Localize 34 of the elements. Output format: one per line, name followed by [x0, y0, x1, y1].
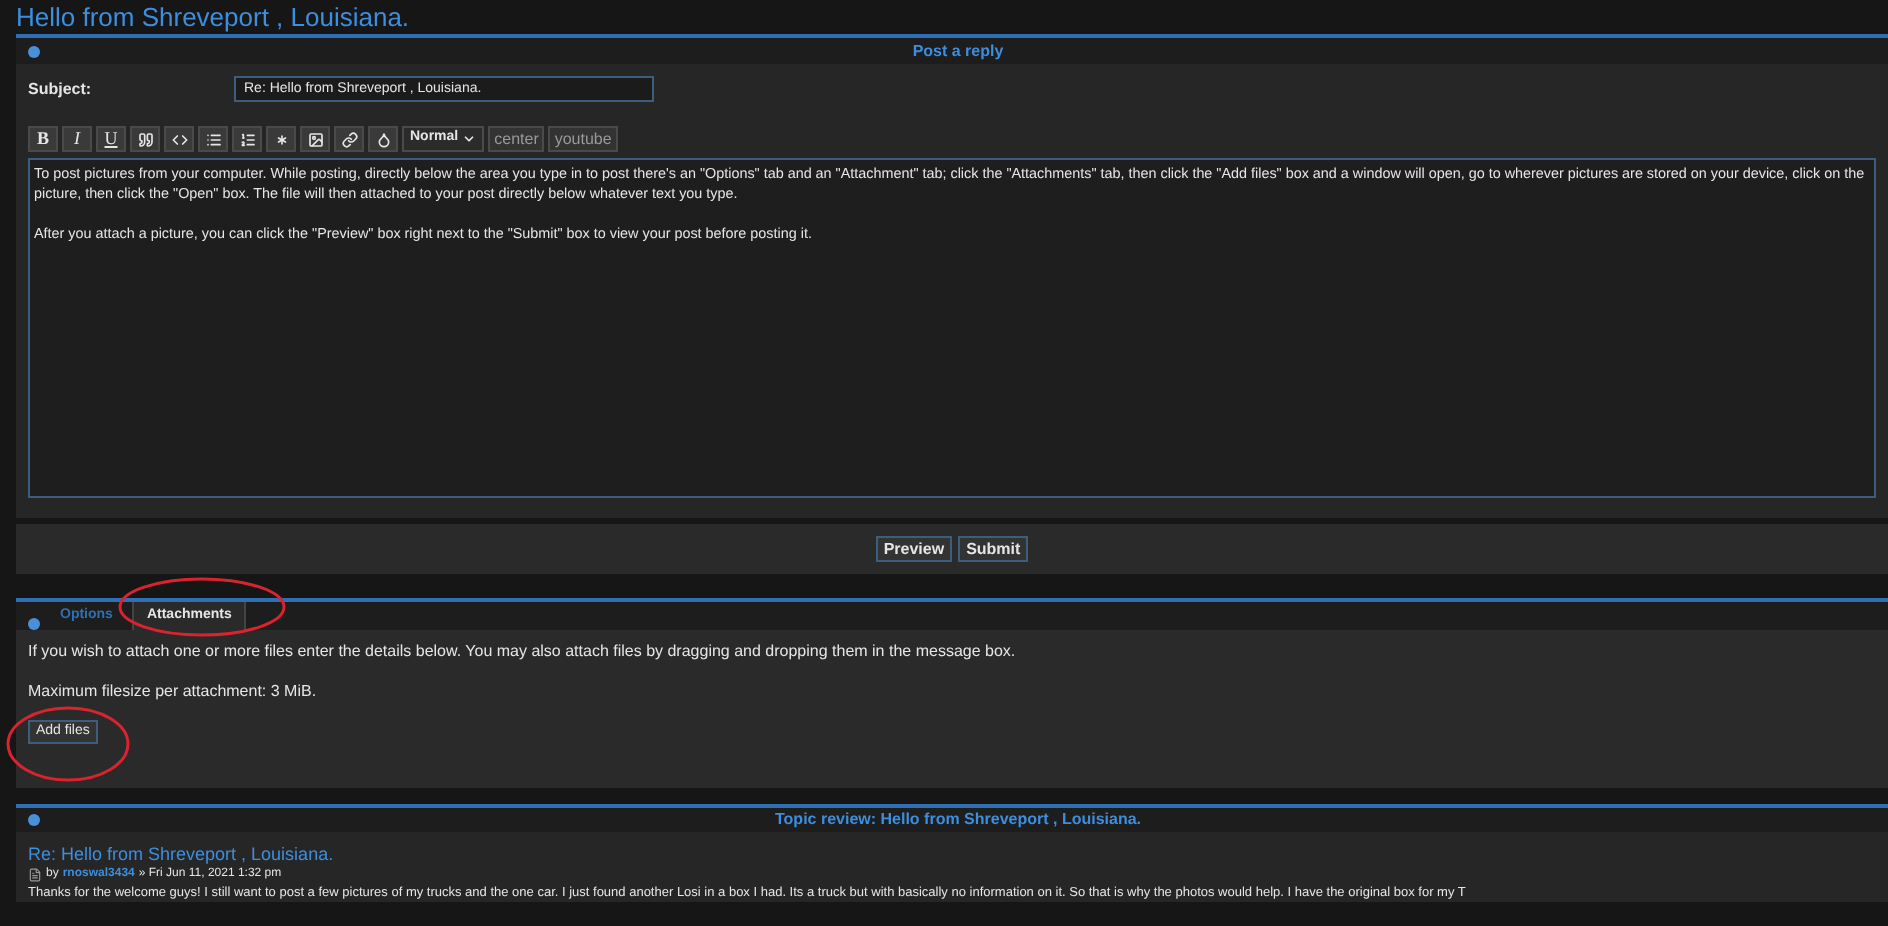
asterisk-icon [273, 131, 289, 147]
tag-button[interactable]: youtube [548, 126, 618, 152]
attachments-info: If you wish to attach one or more files enter the details below. You may also attach files by dragging and dropping them in the message box. [28, 640, 1016, 664]
code-icon [171, 131, 187, 147]
image-button[interactable] [300, 126, 330, 152]
list-button[interactable] [198, 126, 228, 152]
max-filesize-text: Maximum filesize per attachment: 3 MiB. [28, 680, 317, 704]
quote-icon [137, 131, 153, 147]
post-title[interactable]: Re: Hello from Shreveport , Louisiana. [28, 844, 1876, 866]
form-button[interactable]: Submit [958, 536, 1029, 562]
droplet-icon [375, 131, 391, 147]
format-button[interactable]: U [96, 126, 126, 152]
link-icon [341, 131, 357, 147]
post-icon [28, 868, 42, 882]
list-icon [205, 131, 221, 147]
panel-header-title: Post a reply [910, 39, 1006, 63]
link-button[interactable] [334, 126, 364, 152]
page-title: Hello from Shreveport , Louisiana. [14, 0, 412, 34]
droplet-button[interactable] [368, 126, 398, 152]
topic-review-title: Topic review: Hello from Shreveport , Louisiana. [773, 808, 1143, 832]
format-button[interactable]: I [62, 126, 92, 152]
quote-button[interactable] [130, 126, 160, 152]
caret-icon [462, 132, 477, 146]
code-button[interactable] [164, 126, 194, 152]
image-icon [307, 131, 323, 147]
message-field[interactable] [28, 158, 1876, 498]
tag-button[interactable]: center [488, 126, 545, 152]
annotation-ellipse [4, 704, 132, 784]
format-button[interactable]: B [28, 126, 58, 152]
form-button[interactable]: Preview [875, 536, 953, 562]
asterisk-button[interactable] [266, 126, 296, 152]
numbered-list-button[interactable] [232, 126, 262, 152]
subject-label: Subject: [28, 77, 94, 101]
numbered-list-icon [239, 131, 255, 147]
